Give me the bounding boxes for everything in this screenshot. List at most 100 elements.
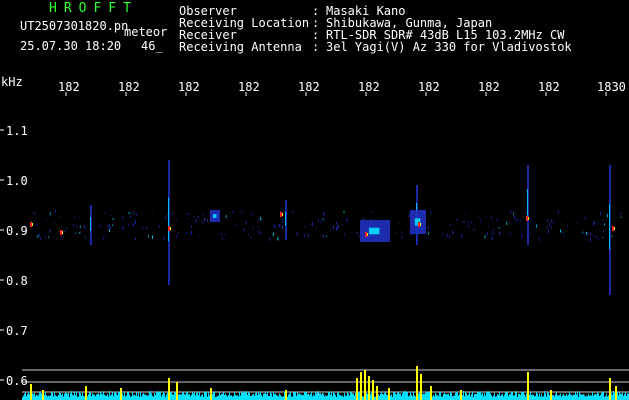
level-bar [596, 394, 597, 400]
signal-fragment [292, 210, 294, 213]
level-bar [101, 393, 102, 400]
level-bar [439, 391, 440, 400]
level-bar [477, 392, 478, 400]
signal-fragment [468, 224, 470, 229]
level-spike [85, 386, 87, 400]
x-tick-label: 182 [118, 80, 140, 94]
level-bar [263, 393, 264, 400]
level-bar [614, 392, 615, 400]
level-spike [430, 386, 432, 400]
signal-fragment [486, 232, 488, 236]
level-bar [54, 391, 55, 400]
level-bar [557, 395, 558, 400]
level-bar [188, 394, 189, 400]
signal-fragment [135, 213, 137, 217]
signal-fragment [461, 234, 463, 237]
level-bar [491, 395, 492, 400]
level-bar [347, 392, 348, 400]
level-bar [108, 396, 109, 400]
signal-fragment [178, 226, 180, 228]
level-bar [229, 391, 230, 400]
signal-fragment [521, 233, 523, 238]
level-bar [136, 392, 137, 400]
signal-fragment [611, 235, 613, 238]
signal-fragment [563, 235, 565, 238]
level-bar [484, 393, 485, 400]
signal-fragment [456, 219, 458, 221]
signal-fragment [463, 220, 465, 223]
signal-fragment [204, 217, 205, 222]
level-bar [27, 394, 28, 400]
level-bar [41, 393, 42, 400]
signal-fragment [188, 217, 190, 220]
level-bar [422, 394, 423, 400]
level-bar [511, 392, 512, 400]
signal-fragment [592, 234, 594, 237]
level-bar [275, 393, 276, 400]
level-bar [68, 392, 69, 400]
level-bar [315, 392, 316, 400]
signal-fragment [442, 233, 444, 236]
signal-fragment [69, 218, 71, 220]
level-bar [238, 396, 239, 400]
signal-fragment [258, 230, 260, 234]
level-spike [210, 388, 212, 400]
y-tick-label: 0.8 [6, 274, 28, 288]
level-bar [197, 392, 198, 400]
signal-fragment [55, 210, 57, 213]
level-bar [532, 394, 533, 400]
level-bar [530, 392, 531, 400]
level-bar [396, 394, 397, 400]
level-bar [261, 395, 262, 400]
signal-fragment [272, 232, 274, 236]
signal-fragment [305, 225, 307, 228]
y-tick-label: 0.9 [6, 224, 28, 238]
level-spike [168, 378, 170, 400]
level-bar [404, 391, 405, 400]
level-bar [325, 395, 326, 400]
level-bar [353, 393, 354, 400]
signal-fragment [597, 238, 599, 240]
level-bar [36, 394, 37, 400]
level-bar [96, 394, 97, 400]
level-bar [24, 393, 25, 400]
level-bar [346, 395, 347, 400]
level-bar [504, 394, 505, 400]
level-bar [513, 395, 514, 400]
level-bar [151, 393, 152, 400]
signal-fragment [159, 225, 160, 228]
level-bar [547, 392, 548, 400]
x-tick-label: 182 [538, 80, 560, 94]
signal-fragment [177, 232, 179, 235]
level-bar [199, 392, 200, 400]
level-bar [331, 391, 332, 400]
level-bar [590, 395, 591, 400]
level-bar [147, 395, 148, 400]
level-bar [162, 394, 163, 400]
level-bar [124, 391, 125, 400]
level-bar [214, 391, 215, 400]
level-bar [363, 396, 364, 400]
level-bar [57, 396, 58, 400]
level-bar [257, 395, 258, 400]
level-bar [627, 393, 628, 400]
level-bar [585, 396, 586, 400]
level-bar [71, 391, 72, 400]
level-bar [486, 391, 487, 400]
signal-fragment [151, 235, 153, 239]
x-tick-label: 182 [298, 80, 320, 94]
signal-fragment [561, 222, 562, 225]
level-bar [75, 395, 76, 400]
signal-fragment [493, 228, 495, 231]
level-bar [98, 393, 99, 400]
level-bar [159, 391, 160, 400]
level-bar [568, 394, 569, 400]
level-bar [567, 395, 568, 400]
level-bar [559, 395, 560, 400]
level-bar [119, 391, 120, 400]
signal-fragment [452, 230, 454, 234]
signal-fragment [133, 223, 135, 226]
signal-fragment [395, 232, 397, 234]
level-bar [440, 391, 441, 400]
signal-fragment [335, 221, 337, 225]
